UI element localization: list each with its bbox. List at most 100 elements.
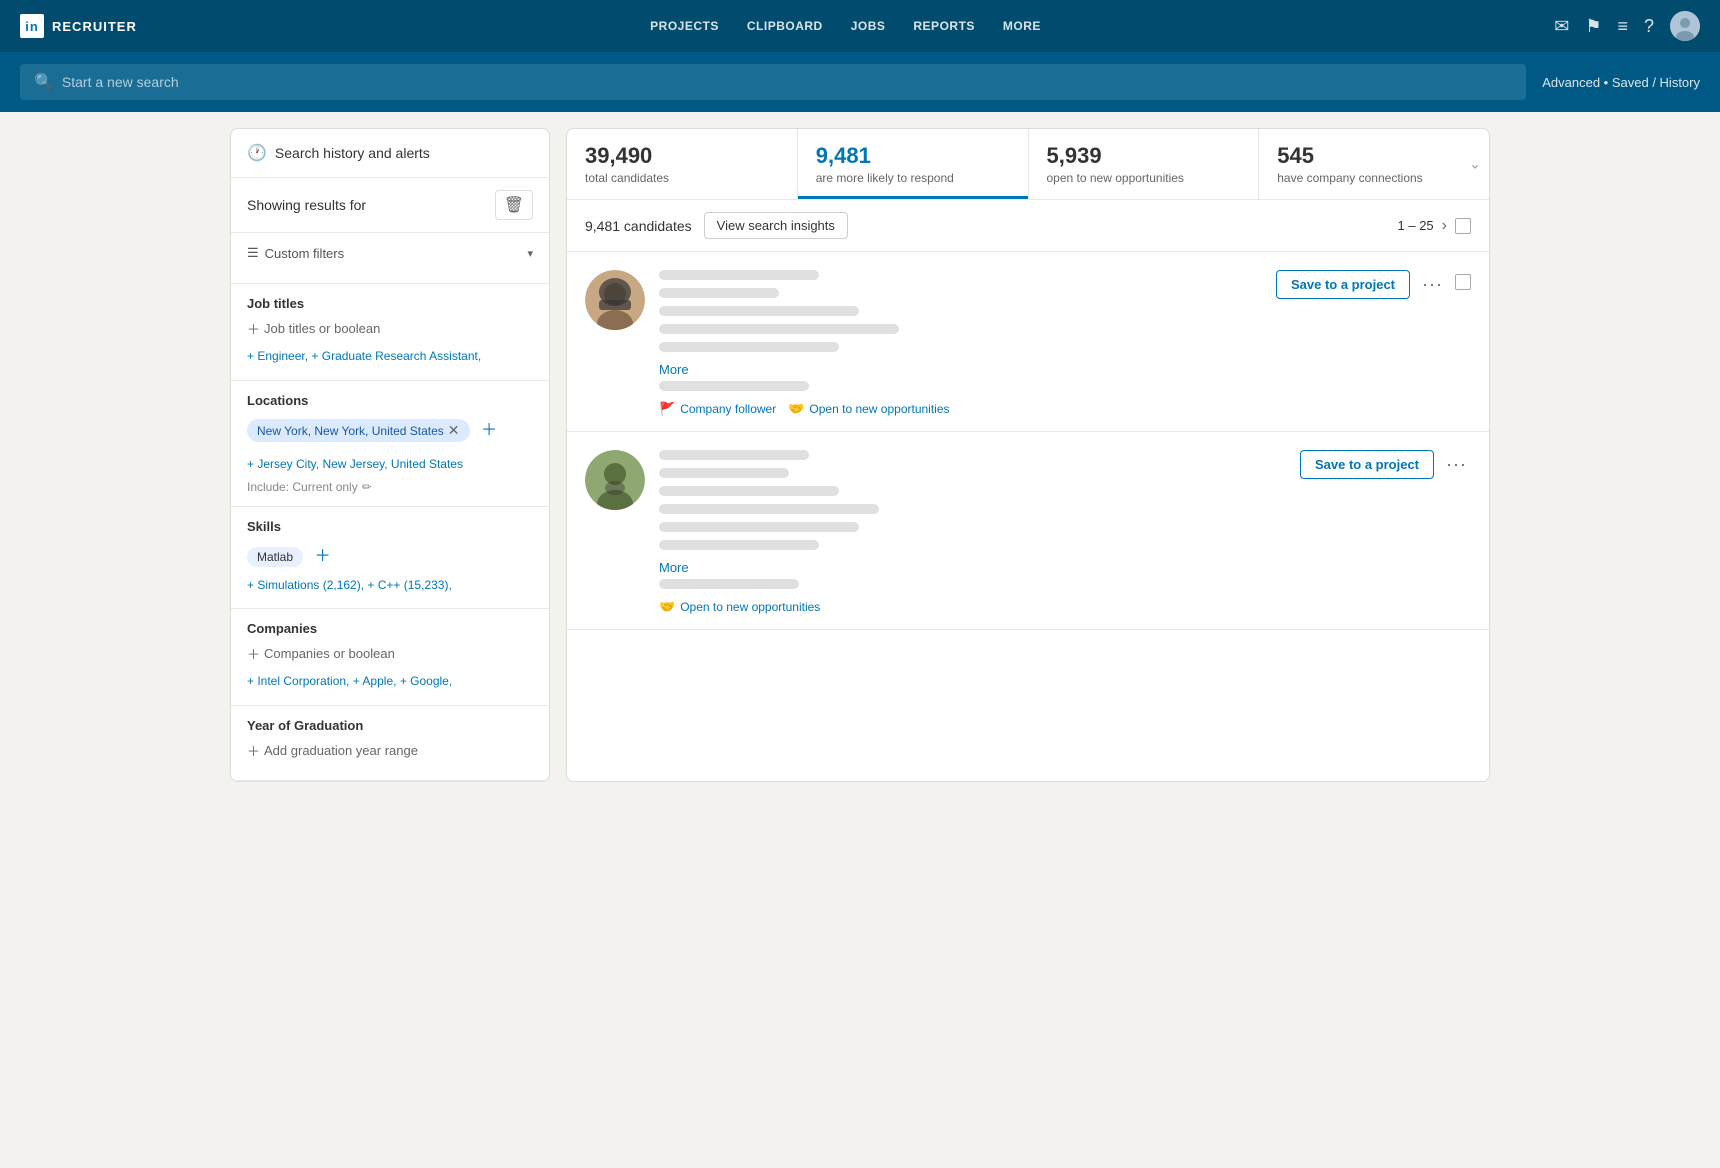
candidate-2-tags: 🤝 Open to new opportunities <box>659 599 1286 615</box>
candidate-1-tags: 🚩 Company follower 🤝 Open to new opportu… <box>659 401 1262 417</box>
edit-icon[interactable]: ✏ <box>362 480 372 494</box>
custom-filters-label: ☰ Custom filters <box>247 245 344 261</box>
nav-link-reports[interactable]: REPORTS <box>913 19 975 33</box>
skeleton-name-2 <box>659 450 809 460</box>
advanced-saved-history[interactable]: Advanced • Saved / History <box>1542 75 1700 90</box>
skeleton-education <box>659 324 899 334</box>
graduation-label: Year of Graduation <box>247 718 533 733</box>
more-options-button-2[interactable]: ··· <box>1442 450 1471 479</box>
stat-total[interactable]: 39,490 total candidates <box>567 129 798 199</box>
search-icon: 🔍 <box>34 72 54 92</box>
candidate-card: More 🚩 Company follower 🤝 Open to new op… <box>567 252 1489 432</box>
job-title-tags[interactable]: + Engineer, + Graduate Research Assistan… <box>247 346 533 368</box>
skeleton-company-2 <box>659 486 839 496</box>
add-job-title-button[interactable]: ＋ Job titles or boolean <box>247 319 533 338</box>
next-page-button[interactable]: › <box>1442 217 1447 235</box>
nav-link-more[interactable]: MORE <box>1003 19 1041 33</box>
results-header: 9,481 candidates View search insights 1 … <box>567 200 1489 252</box>
open-opportunities-tag-2: 🤝 Open to new opportunities <box>659 599 820 615</box>
nav-link-clipboard[interactable]: CLIPBOARD <box>747 19 823 33</box>
graduation-section: Year of Graduation ＋ Add graduation year… <box>231 706 549 781</box>
select-all-checkbox[interactable] <box>1455 218 1471 234</box>
stat-open[interactable]: 5,939 open to new opportunities <box>1029 129 1260 199</box>
skeleton-location-2 <box>659 522 859 532</box>
location-add-icon[interactable]: ✕ <box>448 422 460 439</box>
candidate-2-actions: Save to a project ··· <box>1300 450 1471 479</box>
save-project-button-1[interactable]: Save to a project <box>1276 270 1410 299</box>
nav-link-jobs[interactable]: JOBS <box>851 19 886 33</box>
company-tags[interactable]: + Intel Corporation, + Apple, + Google, <box>247 671 533 693</box>
sidebar-header: 🕐 Search history and alerts <box>231 129 549 178</box>
job-titles-section: Job titles ＋ Job titles or boolean + Eng… <box>231 284 549 381</box>
stat-total-label: total candidates <box>585 171 779 185</box>
chevron-down-icon: ▾ <box>527 247 533 260</box>
stat-total-number: 39,490 <box>585 143 779 169</box>
showing-results-label: Showing results for <box>247 197 366 213</box>
skeleton-name <box>659 270 819 280</box>
search-input[interactable] <box>62 74 1512 90</box>
flag-icon[interactable]: ⚑ <box>1585 16 1601 37</box>
results-count: 9,481 candidates <box>585 218 692 234</box>
nav-link-projects[interactable]: PROJECTS <box>650 19 719 33</box>
list-icon[interactable]: ≡ <box>1617 16 1628 37</box>
skeleton-location <box>659 342 839 352</box>
tag-label-open-2: Open to new opportunities <box>680 600 820 614</box>
tag-label-open-1: Open to new opportunities <box>809 402 949 416</box>
stat-open-label: open to new opportunities <box>1047 171 1241 185</box>
sidebar: 🕐 Search history and alerts Showing resu… <box>230 128 550 782</box>
sidebar-title: Search history and alerts <box>275 145 430 161</box>
job-titles-label: Job titles <box>247 296 533 311</box>
stat-connections-label: have company connections <box>1277 171 1471 185</box>
skill-add-button[interactable]: ＋ <box>315 548 331 565</box>
open-opportunities-tag-1: 🤝 Open to new opportunities <box>788 401 949 417</box>
plus-icon: ＋ <box>247 319 260 338</box>
nav-icon-group: ✉ ⚑ ≡ ? <box>1554 11 1700 41</box>
skeleton-extra-2 <box>659 540 819 550</box>
plus-icon: ＋ <box>247 644 260 663</box>
more-options-button-1[interactable]: ··· <box>1418 270 1447 299</box>
search-bar-section: 🔍 Advanced • Saved / History <box>0 52 1720 112</box>
locations-label: Locations <box>247 393 533 408</box>
mail-icon[interactable]: ✉ <box>1554 16 1569 37</box>
candidate-2-more-link[interactable]: More <box>659 560 689 575</box>
handshake-icon-2: 🤝 <box>659 599 675 615</box>
location-secondary[interactable]: + Jersey City, New Jersey, United States <box>247 454 533 476</box>
stats-bar: 39,490 total candidates 9,481 are more l… <box>567 129 1489 200</box>
add-graduation-button[interactable]: ＋ Add graduation year range <box>247 741 533 760</box>
candidate-1-actions: Save to a project ··· <box>1276 270 1471 299</box>
sidebar-results-row: Showing results for 🗑 <box>231 178 549 233</box>
location-add-button[interactable]: ＋ <box>481 422 497 439</box>
companies-section: Companies ＋ Companies or boolean + Intel… <box>231 609 549 706</box>
location-tag-primary[interactable]: New York, New York, United States ✕ <box>247 419 470 442</box>
company-follower-tag: 🚩 Company follower <box>659 401 776 417</box>
stats-expand-icon[interactable]: ⌄ <box>1469 156 1481 173</box>
top-navigation: in RECRUITER PROJECTS CLIPBOARD JOBS REP… <box>0 0 1720 52</box>
custom-filters-section: ☰ Custom filters ▾ <box>231 233 549 284</box>
stat-connections-number: 545 <box>1277 143 1471 169</box>
skeleton-company <box>659 306 859 316</box>
stat-likely-respond[interactable]: 9,481 are more likely to respond <box>798 129 1029 199</box>
user-avatar[interactable] <box>1670 11 1700 41</box>
skeleton-title-2 <box>659 468 789 478</box>
skeleton-extra <box>659 381 809 391</box>
linkedin-logo-box: in <box>20 14 44 38</box>
add-company-button[interactable]: ＋ Companies or boolean <box>247 644 533 663</box>
custom-filters-row[interactable]: ☰ Custom filters ▾ <box>247 245 533 261</box>
candidate-1-checkbox[interactable] <box>1455 274 1471 290</box>
skill-tag-matlab[interactable]: Matlab <box>247 547 303 567</box>
save-project-button-2[interactable]: Save to a project <box>1300 450 1434 479</box>
page-range: 1 – 25 <box>1398 218 1434 233</box>
skills-secondary[interactable]: + Simulations (2,162), + C++ (15,233), <box>247 575 533 597</box>
brand-name: RECRUITER <box>52 19 137 34</box>
candidate-1-more-link[interactable]: More <box>659 362 689 377</box>
filter-icon: ☰ <box>247 245 259 261</box>
brand-logo[interactable]: in RECRUITER <box>20 14 137 38</box>
view-insights-button[interactable]: View search insights <box>704 212 848 239</box>
stat-connections[interactable]: 545 have company connections ⌄ <box>1259 129 1489 199</box>
stat-open-number: 5,939 <box>1047 143 1241 169</box>
skeleton-education-2 <box>659 504 879 514</box>
delete-search-button[interactable]: 🗑 <box>495 190 533 220</box>
nav-links: PROJECTS CLIPBOARD JOBS REPORTS MORE <box>169 19 1522 33</box>
search-input-wrap[interactable]: 🔍 <box>20 64 1526 100</box>
help-icon[interactable]: ? <box>1644 16 1654 37</box>
